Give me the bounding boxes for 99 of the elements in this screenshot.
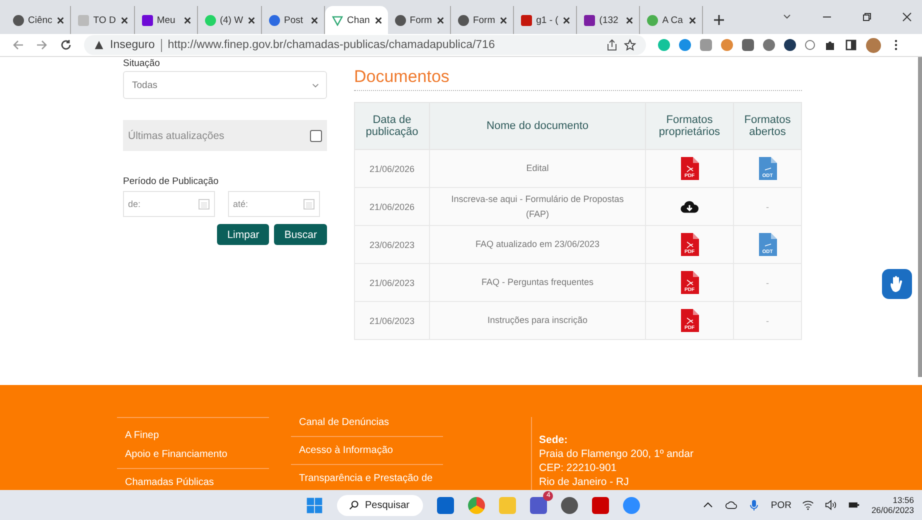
table-cell: Instruções para inscrição <box>430 302 646 340</box>
table-cell: Inscreva-se aqui - Formulário de Propostas (FAP) <box>430 188 646 226</box>
wifi-icon[interactable] <box>802 499 814 511</box>
filter-button[interactable]: Buscar <box>274 224 327 245</box>
search-field[interactable]: Pesquisar <box>337 494 424 516</box>
search-icon <box>349 500 359 510</box>
share-icon[interactable] <box>606 39 618 51</box>
side-panel-icon[interactable] <box>845 39 857 51</box>
column-header: Data de publicação <box>354 102 430 150</box>
column-header: Formatos proprietários <box>646 102 734 150</box>
table-cell: 21/06/2023 <box>354 264 430 302</box>
column-header: Nome do documento <box>430 102 646 150</box>
table-cell: - <box>766 202 769 212</box>
microphone-icon[interactable] <box>748 499 760 511</box>
site-icon <box>584 14 596 26</box>
forward-icon[interactable] <box>36 39 48 51</box>
checkbox[interactable] <box>310 130 322 142</box>
address-line: Praia do Flamengo 200, 1º andar <box>539 447 694 461</box>
table-cell: - <box>766 278 769 288</box>
table-cell: 21/06/2023 <box>354 302 430 340</box>
puzzle-icon[interactable] <box>824 39 836 51</box>
triangle-icon <box>332 14 344 26</box>
cloud-icon[interactable] <box>724 499 737 511</box>
avatar[interactable] <box>866 38 881 52</box>
site-icon <box>204 14 216 26</box>
field-label: Período de Publicação <box>123 176 220 187</box>
language-indicator[interactable]: POR <box>770 500 792 510</box>
close-icon[interactable] <box>56 16 66 24</box>
site-icon <box>647 14 658 26</box>
close-icon[interactable] <box>562 16 572 24</box>
table-cell: FAQ atualizado em 23/06/2023 <box>430 226 646 264</box>
star-icon[interactable] <box>624 39 636 51</box>
clock-time[interactable]: 13:56 <box>892 495 914 505</box>
video-app-icon[interactable] <box>623 496 640 514</box>
restore-icon[interactable] <box>862 12 872 22</box>
reload-icon[interactable] <box>60 39 72 51</box>
table-cell: Edital <box>430 150 646 188</box>
team-chat-app-icon[interactable] <box>530 496 548 514</box>
browser-tab[interactable]: Meu <box>134 6 198 34</box>
column-header: Formatos abertos <box>734 102 802 150</box>
close-icon[interactable] <box>436 16 445 24</box>
close-icon[interactable] <box>688 16 698 24</box>
new-tab-icon[interactable] <box>713 14 726 26</box>
browser-tab[interactable]: Ciênc <box>6 6 72 34</box>
site-icon <box>269 14 280 26</box>
site-icon <box>521 14 532 26</box>
date-field[interactable]: até: <box>228 191 320 217</box>
site-icon <box>394 14 406 26</box>
extension-icon[interactable] <box>742 39 754 51</box>
table-cell: 21/06/2026 <box>354 188 430 226</box>
browser-tab[interactable]: TO D <box>71 6 135 34</box>
browser-tab[interactable]: g1 - ( <box>514 6 578 34</box>
date-field[interactable]: de: <box>123 191 215 217</box>
site-icon <box>142 14 153 26</box>
site-icon <box>458 14 469 26</box>
table-cell: - <box>766 316 769 326</box>
site-icon <box>13 14 24 26</box>
chat-app-icon[interactable] <box>561 496 578 514</box>
scrollbar[interactable] <box>918 57 922 377</box>
table-cell: FAQ - Perguntas frequentes <box>430 264 646 302</box>
url-text: http://www.finep.gov.br/chamadas-publicas/chamadapublica/716 <box>168 39 495 51</box>
close-icon[interactable] <box>182 16 192 24</box>
table-cell: 21/06/2026 <box>354 150 430 188</box>
browser-tab[interactable]: Chan <box>325 6 388 34</box>
address-heading: Sede: <box>539 433 569 447</box>
site-icon <box>78 14 90 26</box>
field-label: Situação <box>123 58 161 70</box>
start-icon[interactable] <box>306 496 323 514</box>
browser-app-icon[interactable] <box>468 496 486 514</box>
close-icon[interactable] <box>902 12 912 22</box>
browser-tab[interactable]: (132 <box>577 6 640 34</box>
close-icon[interactable] <box>374 16 383 24</box>
clock-date[interactable]: 26/06/2023 <box>871 505 914 515</box>
browser-tab[interactable]: Form <box>450 6 514 34</box>
address-line: CEP: 22210-901 <box>539 461 618 475</box>
accessibility-button[interactable] <box>882 269 912 299</box>
close-icon[interactable] <box>310 16 320 24</box>
close-icon[interactable] <box>625 16 634 24</box>
pdf-app-icon[interactable] <box>592 496 610 514</box>
close-icon[interactable] <box>120 16 129 24</box>
security-label: Inseguro <box>110 39 155 51</box>
browser-tab[interactable]: (4) W <box>198 6 262 34</box>
browser-tab[interactable]: Form <box>388 6 451 34</box>
status-dropdown[interactable]: Todas <box>123 71 327 99</box>
back-icon[interactable] <box>12 39 24 51</box>
extension-icon[interactable] <box>784 39 796 51</box>
warning-icon <box>94 40 104 50</box>
close-icon[interactable] <box>247 16 256 24</box>
checkbox-label: Últimas atualizações <box>128 130 224 142</box>
mail-app-icon[interactable] <box>437 496 454 514</box>
filter-button[interactable]: Limpar <box>217 224 270 245</box>
table-cell: 23/06/2023 <box>354 226 430 264</box>
address-line: Rio de Janeiro - RJ <box>539 475 630 489</box>
cloud-download-icon[interactable] <box>680 200 699 214</box>
browser-tab[interactable]: A Ca <box>640 6 704 34</box>
address-field[interactable]: Inseguro http://www.finep.gov.br/chamadas-publicas/chamadapublica/716 <box>84 35 646 55</box>
close-icon[interactable] <box>499 16 508 24</box>
section-title: Documentos <box>354 67 802 91</box>
speaker-icon[interactable] <box>825 499 838 511</box>
